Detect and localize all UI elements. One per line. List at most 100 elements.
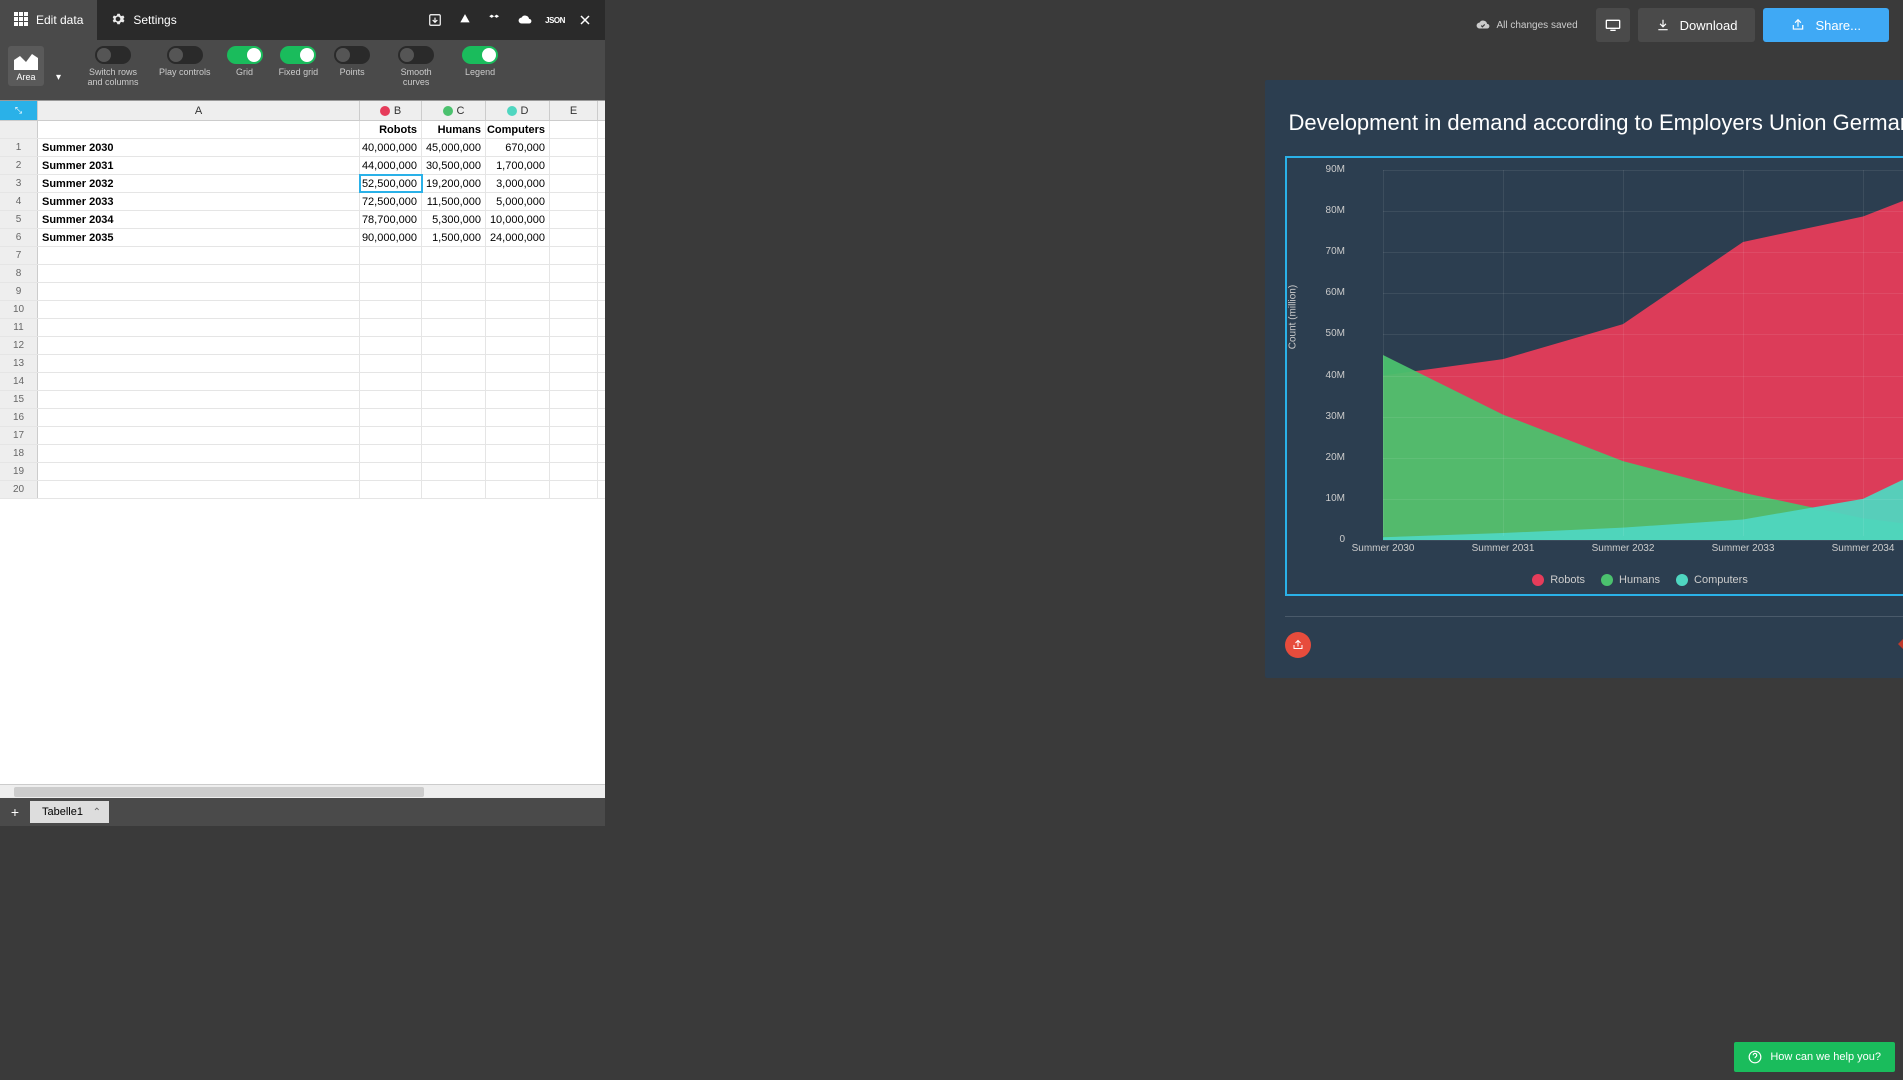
cell[interactable] <box>550 463 598 480</box>
row-header[interactable]: 9 <box>0 283 38 300</box>
cell[interactable]: Summer 2030 <box>38 139 360 156</box>
row-header[interactable]: 1 <box>0 139 38 156</box>
cell[interactable] <box>550 157 598 174</box>
cell[interactable] <box>360 337 422 354</box>
cell[interactable] <box>360 409 422 426</box>
col-header-e[interactable]: E <box>550 101 598 120</box>
cell[interactable]: 10,000,000 <box>486 211 550 228</box>
cell[interactable] <box>550 409 598 426</box>
help-widget[interactable]: How can we help you? <box>1734 1042 1895 1072</box>
row-header[interactable]: 15 <box>0 391 38 408</box>
cell[interactable] <box>360 319 422 336</box>
cell[interactable] <box>550 355 598 372</box>
spreadsheet[interactable]: ⤡ A B C D E RobotsHumansComputers1Summer… <box>0 100 605 798</box>
preview-button[interactable] <box>1596 8 1630 42</box>
cell[interactable] <box>360 247 422 264</box>
cell[interactable] <box>486 355 550 372</box>
toggle-switch[interactable] <box>227 46 263 64</box>
import-icon[interactable] <box>423 8 447 32</box>
row-header[interactable]: 19 <box>0 463 38 480</box>
cell[interactable] <box>486 319 550 336</box>
cell[interactable] <box>38 445 360 462</box>
cell[interactable]: 3,000,000 <box>486 175 550 192</box>
cell[interactable] <box>550 211 598 228</box>
toggle-switch[interactable] <box>280 46 316 64</box>
google-drive-icon[interactable] <box>453 8 477 32</box>
toggle-switch[interactable] <box>462 46 498 64</box>
cell[interactable] <box>550 193 598 210</box>
sheet-tab[interactable]: Tabelle1 <box>30 801 109 823</box>
cell[interactable]: Summer 2031 <box>38 157 360 174</box>
cell[interactable] <box>38 481 360 498</box>
chart-type-selector[interactable]: Area <box>8 46 44 86</box>
cell[interactable]: Summer 2035 <box>38 229 360 246</box>
cell[interactable]: 5,000,000 <box>486 193 550 210</box>
header-cell[interactable]: Computers <box>486 121 550 138</box>
embed-share-button[interactable] <box>1285 632 1311 658</box>
cell[interactable] <box>38 391 360 408</box>
cell[interactable] <box>550 301 598 318</box>
header-cell[interactable] <box>38 121 360 138</box>
cell[interactable] <box>486 463 550 480</box>
cell[interactable]: 670,000 <box>486 139 550 156</box>
close-icon[interactable] <box>573 8 597 32</box>
row-header[interactable]: 13 <box>0 355 38 372</box>
cell[interactable]: 45,000,000 <box>422 139 486 156</box>
chevron-down-icon[interactable]: ▾ <box>56 72 61 83</box>
cell[interactable] <box>360 463 422 480</box>
cell[interactable] <box>486 373 550 390</box>
download-button[interactable]: Download <box>1638 8 1756 42</box>
dropbox-icon[interactable] <box>483 8 507 32</box>
cell[interactable] <box>550 481 598 498</box>
cell[interactable] <box>486 391 550 408</box>
cell[interactable] <box>422 427 486 444</box>
header-cell[interactable]: Humans <box>422 121 486 138</box>
row-header[interactable]: 11 <box>0 319 38 336</box>
col-header-a[interactable]: A <box>38 101 360 120</box>
cell[interactable] <box>422 247 486 264</box>
cell[interactable]: 90,000,000 <box>360 229 422 246</box>
cell[interactable] <box>486 301 550 318</box>
cell[interactable]: 24,000,000 <box>486 229 550 246</box>
header-cell[interactable]: Robots <box>360 121 422 138</box>
cell[interactable] <box>38 409 360 426</box>
cell[interactable] <box>360 391 422 408</box>
col-header-b[interactable]: B <box>360 101 422 120</box>
cell[interactable] <box>422 283 486 300</box>
select-all-corner[interactable]: ⤡ <box>0 101 38 120</box>
cell[interactable] <box>550 265 598 282</box>
row-header[interactable]: 17 <box>0 427 38 444</box>
cell[interactable] <box>422 355 486 372</box>
cell[interactable]: 1,700,000 <box>486 157 550 174</box>
cell[interactable]: 78,700,000 <box>360 211 422 228</box>
cell[interactable] <box>38 301 360 318</box>
row-header[interactable]: 5 <box>0 211 38 228</box>
toggle-switch[interactable] <box>334 46 370 64</box>
toggle-switch[interactable] <box>95 46 131 64</box>
col-header-c[interactable]: C <box>422 101 486 120</box>
cell[interactable] <box>422 337 486 354</box>
cell[interactable] <box>550 337 598 354</box>
col-header-d[interactable]: D <box>486 101 550 120</box>
cell[interactable] <box>486 409 550 426</box>
horizontal-scrollbar[interactable] <box>0 784 605 798</box>
cell[interactable] <box>486 427 550 444</box>
cell[interactable] <box>422 265 486 282</box>
cell[interactable] <box>550 283 598 300</box>
cell[interactable] <box>486 481 550 498</box>
share-button[interactable]: Share... <box>1763 8 1889 42</box>
cell[interactable] <box>422 463 486 480</box>
cell[interactable] <box>422 301 486 318</box>
cell[interactable] <box>550 445 598 462</box>
cell[interactable] <box>422 481 486 498</box>
tab-edit-data[interactable]: Edit data <box>0 0 97 40</box>
cell[interactable] <box>550 373 598 390</box>
cell[interactable] <box>550 175 598 192</box>
cell[interactable]: Summer 2033 <box>38 193 360 210</box>
cell[interactable] <box>38 319 360 336</box>
row-header[interactable]: 20 <box>0 481 38 498</box>
cell[interactable] <box>38 427 360 444</box>
cell[interactable] <box>360 301 422 318</box>
cell[interactable]: 1,500,000 <box>422 229 486 246</box>
cell[interactable] <box>550 391 598 408</box>
